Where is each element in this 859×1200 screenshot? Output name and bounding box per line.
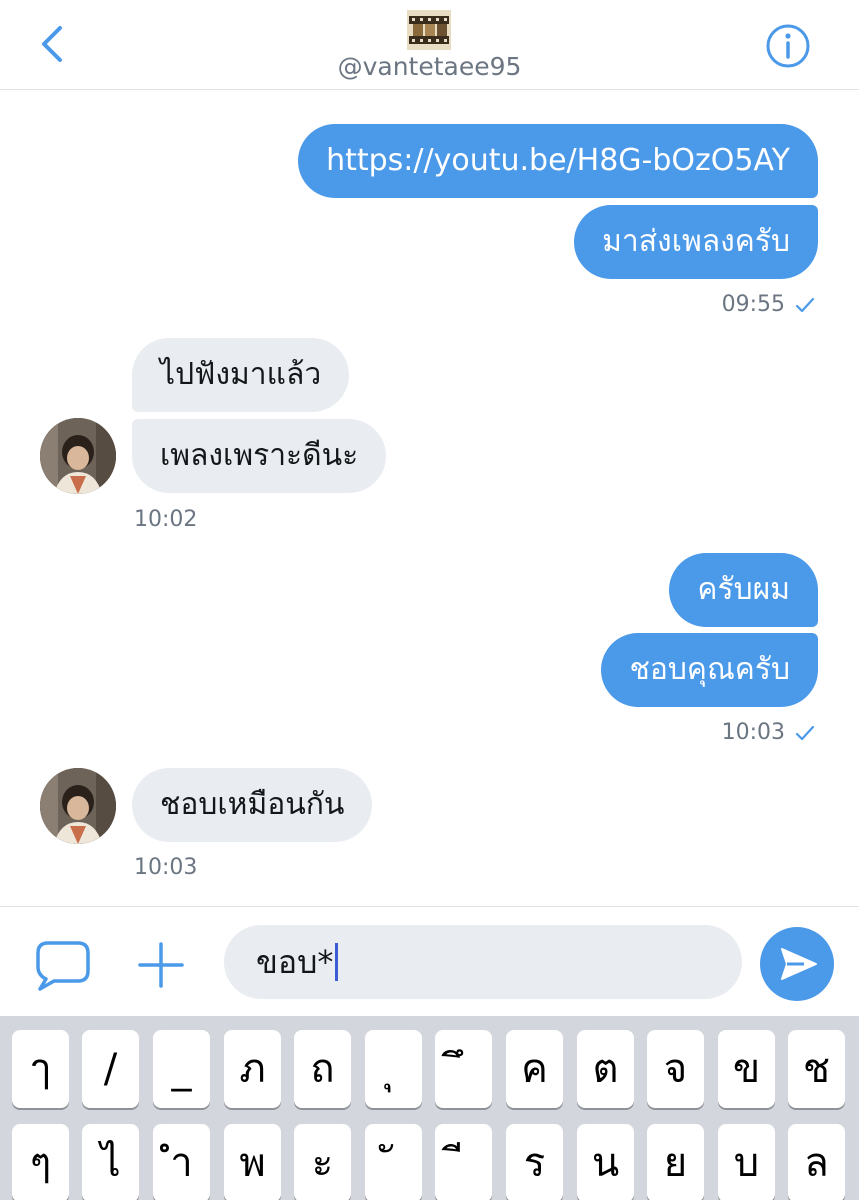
message-input-value: ขอบ* (256, 943, 334, 981)
key[interactable]: ช (788, 1030, 845, 1108)
key[interactable]: ล (788, 1124, 845, 1200)
incoming-message[interactable]: เพลงเพราะดีนะ (132, 419, 387, 493)
info-circle-icon (766, 24, 810, 68)
key[interactable]: ข (718, 1030, 775, 1108)
key[interactable]: พ (224, 1124, 281, 1200)
outgoing-message[interactable]: ครับผม (669, 553, 818, 627)
key[interactable]: ภ (224, 1030, 281, 1108)
profile-image[interactable] (407, 10, 451, 50)
key[interactable]: _ (153, 1030, 210, 1108)
outgoing-message[interactable]: https://youtu.be/H8G-bOzO5AY (298, 124, 818, 198)
key[interactable]: ำ (153, 1124, 210, 1200)
thai-keyboard: ๅ / _ ภ ถ ุ ึ ค ต จ ข ช ๆ ไ ำ พ ะ ั ี ร … (0, 1016, 859, 1200)
key[interactable]: ร (506, 1124, 563, 1200)
message-input[interactable]: ขอบ* (224, 925, 742, 999)
plus-icon (138, 942, 184, 988)
message-composer: ขอบ* (0, 906, 859, 1016)
send-icon (781, 948, 817, 980)
key[interactable]: ค (506, 1030, 563, 1108)
sent-check-icon (795, 297, 815, 313)
key[interactable]: ั (365, 1124, 422, 1200)
sent-check-icon (795, 725, 815, 741)
key[interactable]: ึ (435, 1030, 492, 1108)
message-timestamp: 10:02 (134, 507, 198, 532)
key[interactable]: ๆ (12, 1124, 69, 1200)
sender-avatar[interactable] (40, 418, 116, 494)
message-input-text: ขอบ* (256, 925, 339, 999)
conversation-header: @vantetaee95 (0, 0, 859, 90)
message-timestamp: 10:03 (134, 855, 198, 880)
outgoing-message[interactable]: มาส่งเพลงครับ (574, 205, 818, 279)
send-button[interactable] (760, 927, 834, 1001)
message-timestamp: 10:03 (722, 720, 815, 745)
key[interactable]: ุ (365, 1030, 422, 1108)
key[interactable]: น (577, 1124, 634, 1200)
key[interactable]: บ (718, 1124, 775, 1200)
text-caret (335, 943, 339, 981)
gif-button[interactable] (32, 937, 92, 993)
key[interactable]: ถ (294, 1030, 351, 1108)
sender-avatar[interactable] (40, 768, 116, 844)
speech-bubble-icon (36, 941, 90, 991)
key[interactable]: ี (435, 1124, 492, 1200)
message-timestamp: 09:55 (722, 292, 815, 317)
info-button[interactable] (764, 22, 812, 70)
incoming-message[interactable]: ชอบเหมือนกัน (132, 768, 373, 842)
key[interactable]: ไ (82, 1124, 139, 1200)
key[interactable]: ต (577, 1030, 634, 1108)
key[interactable]: / (82, 1030, 139, 1108)
key[interactable]: ย (647, 1124, 704, 1200)
incoming-message[interactable]: ไปฟังมาแล้ว (132, 338, 350, 412)
conversation-handle[interactable]: @vantetaee95 (0, 52, 859, 81)
key[interactable]: ะ (294, 1124, 351, 1200)
timestamp-text: 09:55 (721, 292, 785, 317)
timestamp-text: 10:03 (721, 720, 785, 745)
key[interactable]: ๅ (12, 1030, 69, 1108)
outgoing-message[interactable]: ชอบคุณครับ (601, 633, 818, 707)
add-media-button[interactable] (136, 940, 186, 990)
key[interactable]: จ (647, 1030, 704, 1108)
